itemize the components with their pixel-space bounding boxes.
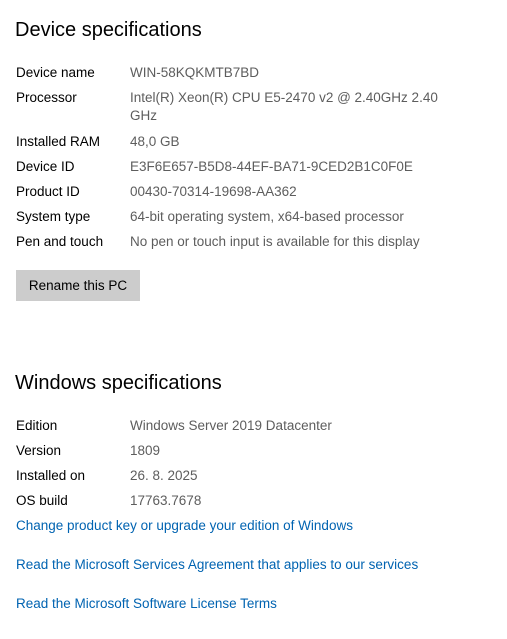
os-build-label: OS build xyxy=(16,493,68,508)
device-name-label: Device name xyxy=(16,65,95,80)
device-id-label: Device ID xyxy=(16,159,75,174)
device-specifications-title: Device specifications xyxy=(15,19,202,41)
device-name-value: WIN-58KQKMTB7BD xyxy=(130,65,260,80)
processor-label: Processor xyxy=(16,90,77,105)
version-value: 1809 xyxy=(130,443,161,458)
license-terms-link[interactable]: Read the Microsoft Software License Term… xyxy=(16,595,277,613)
installed-on-label: Installed on xyxy=(16,468,86,483)
pen-and-touch-label: Pen and touch xyxy=(16,234,104,249)
edition-value: Windows Server 2019 Datacenter xyxy=(130,418,332,433)
installed-on-value: 26. 8. 2025 xyxy=(130,468,198,483)
processor-value: Intel(R) Xeon(R) CPU E5-2470 v2 @ 2.40GH… xyxy=(130,90,438,123)
pen-and-touch-value: No pen or touch input is available for t… xyxy=(130,234,420,249)
system-type-value: 64-bit operating system, x64-based proce… xyxy=(130,209,404,224)
installed-ram-label: Installed RAM xyxy=(16,134,101,149)
installed-ram-value: 48,0 GB xyxy=(130,134,180,149)
product-id-label: Product ID xyxy=(16,184,80,199)
system-type-label: System type xyxy=(16,209,91,224)
change-product-key-link[interactable]: Change product key or upgrade your editi… xyxy=(16,517,353,535)
version-label: Version xyxy=(16,443,62,458)
services-agreement-link[interactable]: Read the Microsoft Services Agreement th… xyxy=(16,556,418,574)
os-build-value: 17763.7678 xyxy=(130,493,202,508)
product-id-value: 00430-70314-19698-AA362 xyxy=(130,184,297,199)
device-id-value: E3F6E657-B5D8-44EF-BA71-9CED2B1C0F0E xyxy=(130,159,413,174)
rename-pc-button[interactable]: Rename this PC xyxy=(16,270,140,301)
windows-specifications-title: Windows specifications xyxy=(15,372,222,394)
edition-label: Edition xyxy=(16,418,58,433)
